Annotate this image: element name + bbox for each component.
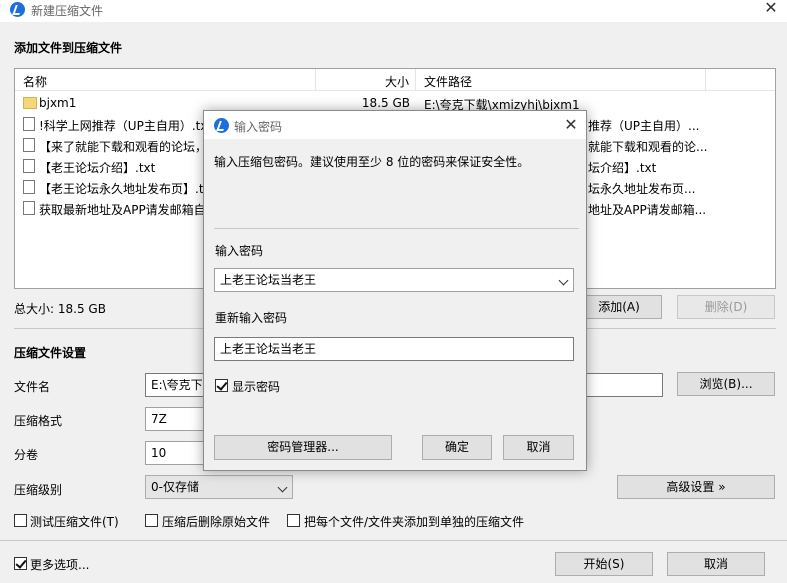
file-path: 地址及APP请发邮箱... <box>588 203 707 217</box>
app-logo-icon <box>10 2 25 17</box>
chevron-down-icon <box>277 482 288 493</box>
dialog-cancel-button[interactable]: 取消 <box>503 435 574 460</box>
level-label: 压缩级别 <box>14 483 63 497</box>
password-dialog: 输入密码 ✕ 输入压缩包密码。建议使用至少 8 位的密码来保证安全性。 输入密码… <box>203 110 587 471</box>
column-header-size[interactable]: 大小 <box>385 73 409 90</box>
password-label: 输入密码 <box>215 244 264 258</box>
file-name: 获取最新地址及APP请发邮箱自 <box>39 203 206 217</box>
app-logo-icon <box>214 118 229 133</box>
column-divider[interactable] <box>415 69 416 91</box>
chevron-down-icon[interactable] <box>558 275 569 286</box>
file-size: 18.5 GB <box>361 96 410 110</box>
file-path: 推荐（UP主自用）... <box>588 119 700 133</box>
total-size: 总大小: 18.5 GB <box>14 302 106 316</box>
file-name: !科学上网推荐（UP主自用）.txt <box>39 119 213 133</box>
password-manager-button[interactable]: 密码管理器... <box>214 435 392 460</box>
settings-section-title: 压缩文件设置 <box>14 346 87 360</box>
level-value: 0-仅存储 <box>151 480 199 494</box>
show-password-label[interactable]: 显示密码 <box>232 378 280 395</box>
file-list-header: 名称 大小 文件路径 <box>15 69 775 91</box>
window-title: 新建压缩文件 <box>31 4 104 18</box>
file-path: 就能下载和观看的论... <box>588 140 708 154</box>
files-section-title: 添加文件到压缩文件 <box>14 41 123 55</box>
column-divider[interactable] <box>315 69 316 91</box>
dialog-titlebar: 输入密码 ✕ <box>204 111 586 139</box>
text-file-icon <box>23 117 35 131</box>
start-button[interactable]: 开始(S) <box>555 552 653 576</box>
more-options-checkbox[interactable] <box>14 557 27 570</box>
text-file-icon <box>23 138 35 152</box>
divider <box>214 228 579 229</box>
file-name: 【老王论坛永久地址发布页】.tx <box>39 182 211 196</box>
dialog-title: 输入密码 <box>234 120 283 134</box>
delete-button[interactable]: 删除(D) <box>677 295 775 319</box>
text-file-icon <box>23 159 35 173</box>
show-password-checkbox[interactable] <box>215 379 228 392</box>
dialog-close-icon[interactable]: ✕ <box>564 117 578 135</box>
dialog-description: 输入压缩包密码。建议使用至少 8 位的密码来保证安全性。 <box>214 155 530 169</box>
more-options-label[interactable]: 更多选项... <box>30 556 89 573</box>
divider <box>0 540 787 541</box>
test-archive-label[interactable]: 测试压缩文件(T) <box>30 513 119 530</box>
format-label: 压缩格式 <box>14 414 63 428</box>
window-titlebar: 新建压缩文件 ✕ <box>0 0 787 22</box>
ok-button[interactable]: 确定 <box>422 435 492 460</box>
split-label: 分卷 <box>14 448 39 462</box>
column-header-path[interactable]: 文件路径 <box>424 73 472 90</box>
add-button[interactable]: 添加(A) <box>576 295 662 319</box>
separate-archives-checkbox[interactable] <box>287 514 300 527</box>
filename-label: 文件名 <box>14 380 51 394</box>
cancel-button[interactable]: 取消 <box>667 552 765 576</box>
test-archive-checkbox[interactable] <box>14 514 27 527</box>
delete-after-label[interactable]: 压缩后删除原始文件 <box>162 513 270 530</box>
split-value: 10 <box>151 446 167 460</box>
file-name: bjxm1 <box>39 96 77 110</box>
advanced-settings-button[interactable]: 高级设置 » <box>617 475 775 499</box>
separate-archives-label[interactable]: 把每个文件/文件夹添加到单独的压缩文件 <box>304 513 524 530</box>
text-file-icon <box>23 180 35 194</box>
column-header-name[interactable]: 名称 <box>23 73 47 90</box>
confirm-password-input[interactable]: 上老王论坛当老王 <box>214 337 574 361</box>
column-divider[interactable] <box>705 69 706 91</box>
delete-after-checkbox[interactable] <box>145 514 158 527</box>
format-value: 7Z <box>151 412 167 426</box>
file-path: 坛介绍】.txt <box>588 161 657 175</box>
folder-icon <box>23 97 37 109</box>
file-path: 坛永久地址发布页... <box>588 182 696 196</box>
window-close-icon[interactable]: ✕ <box>764 0 778 18</box>
password-input[interactable]: 上老王论坛当老王 <box>214 268 574 292</box>
level-select[interactable]: 0-仅存储 <box>145 475 293 499</box>
file-name: 【来了就能下载和观看的论坛， <box>39 140 208 154</box>
file-name: 【老王论坛介绍】.txt <box>39 161 156 175</box>
text-file-icon <box>23 201 35 215</box>
browse-button[interactable]: 浏览(B)... <box>677 372 775 396</box>
confirm-password-label: 重新输入密码 <box>215 311 288 325</box>
password-value: 上老王论坛当老王 <box>220 273 317 287</box>
